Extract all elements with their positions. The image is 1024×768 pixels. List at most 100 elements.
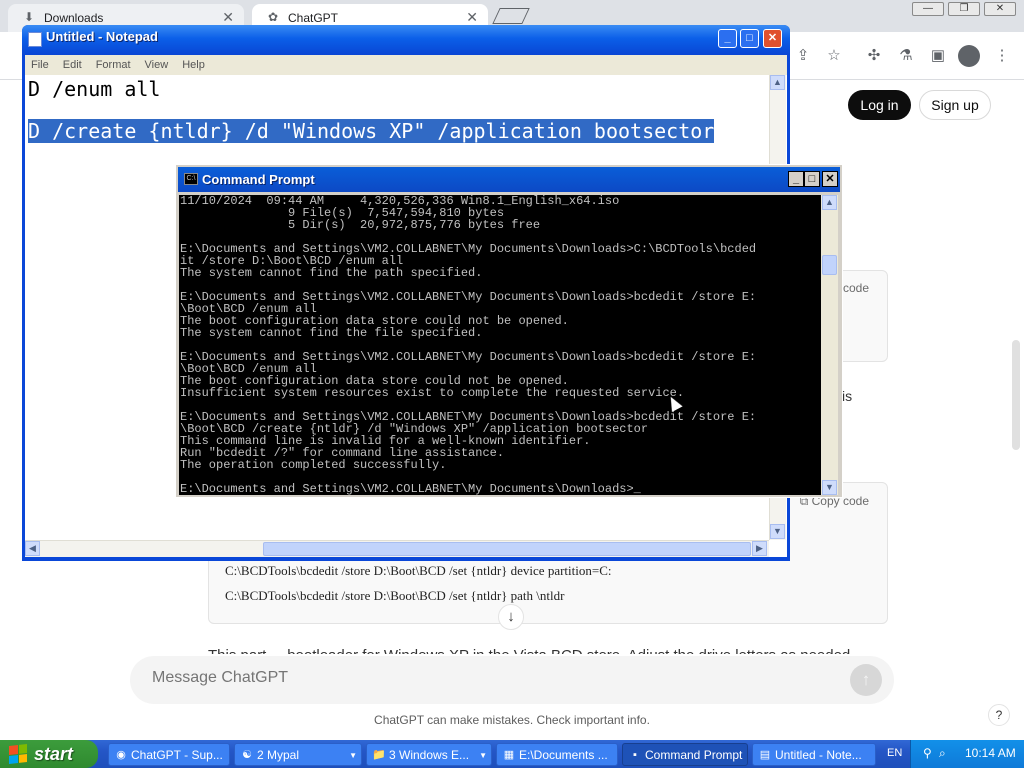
- minimize-button[interactable]: _: [718, 29, 737, 48]
- taskbar-item-label: Command Prompt: [645, 748, 743, 762]
- scroll-up-icon[interactable]: ▲: [770, 75, 785, 90]
- console-line: The system cannot find the path specifie…: [180, 266, 483, 280]
- page-scrollbar[interactable]: [1012, 340, 1020, 450]
- response-text-fragment: is: [842, 388, 853, 404]
- maximize-button[interactable]: □: [804, 171, 820, 187]
- signup-button[interactable]: Sign up: [919, 90, 991, 120]
- arrow-up-icon: ↑: [861, 670, 871, 689]
- language-indicator[interactable]: EN: [887, 747, 902, 759]
- start-label: start: [34, 744, 74, 764]
- profile-icon[interactable]: [958, 45, 980, 67]
- taskbar: start ◉ ChatGPT - Sup... ☯ 2 Mypal ▼ 📁 3…: [0, 740, 1024, 768]
- chrome-icon: ◉: [116, 749, 126, 761]
- notepad-titlebar[interactable]: Untitled - Notepad _ □ ✕: [22, 25, 790, 55]
- console-lines: 11/10/2024 09:44 AM 4,320,526,336 Win8.1…: [180, 195, 756, 495]
- window-title: Untitled - Notepad: [46, 29, 158, 44]
- taskbar-item-command-prompt[interactable]: ▪ Command Prompt: [622, 743, 748, 766]
- code-line: C:\BCDTools\bcdedit /store D:\Boot\BCD /…: [225, 563, 612, 578]
- close-button[interactable]: ✕: [822, 171, 838, 187]
- message-composer: ↑: [130, 656, 894, 704]
- text-line: D /enum all: [28, 77, 161, 101]
- notepad-icon: ▤: [759, 749, 771, 761]
- network-icon[interactable]: ⚲: [923, 746, 932, 760]
- maximize-button[interactable]: □: [740, 29, 759, 48]
- cmd-titlebar[interactable]: C:\ Command Prompt _ □ ✕: [178, 167, 840, 192]
- tab-label: ChatGPT: [288, 11, 339, 25]
- menu-format[interactable]: Format: [96, 59, 131, 71]
- disclaimer-text: ChatGPT can make mistakes. Check importa…: [374, 713, 650, 727]
- dropdown-arrow-icon: ▼: [349, 751, 357, 760]
- scroll-thumb[interactable]: [263, 542, 751, 556]
- minimize-button[interactable]: _: [788, 171, 804, 187]
- help-button[interactable]: ?: [988, 704, 1010, 726]
- taskbar-item-mypal[interactable]: ☯ 2 Mypal ▼: [234, 743, 362, 766]
- close-button[interactable]: ✕: [763, 29, 782, 48]
- arrow-down-icon: ↓: [507, 608, 515, 625]
- taskbar-item-label: 3 Windows E...: [389, 748, 470, 762]
- clock[interactable]: 10:14 AM: [965, 746, 1016, 760]
- console-output[interactable]: 11/10/2024 09:44 AM 4,320,526,336 Win8.1…: [179, 195, 821, 495]
- send-button[interactable]: ↑: [850, 664, 882, 696]
- extensions-icon[interactable]: ✣: [864, 46, 884, 66]
- side-panel-icon[interactable]: ▣: [928, 46, 948, 66]
- taskbar-item-label: E:\Documents ...: [519, 748, 608, 762]
- 7zip-icon: ▦: [503, 749, 515, 761]
- console-line: E:\Documents and Settings\VM2.COLLABNET\…: [180, 482, 641, 495]
- menu-help[interactable]: Help: [182, 59, 205, 71]
- notepad-menubar: File Edit Format View Help: [25, 55, 787, 75]
- login-button[interactable]: Log in: [848, 90, 911, 120]
- windows-logo-icon: [9, 744, 27, 764]
- console-line: The operation completed successfully.: [180, 458, 447, 472]
- console-line: The system cannot find the file specifie…: [180, 326, 483, 340]
- scroll-left-icon[interactable]: ◀: [25, 541, 40, 556]
- notepad-icon: [28, 32, 42, 47]
- response-text: This part ... bootloader for Windows XP …: [208, 648, 854, 654]
- share-icon[interactable]: ⇪: [793, 46, 813, 66]
- system-tray: ⚲ ⌕ 10:14 AM: [910, 740, 1024, 768]
- scroll-down-button[interactable]: ↓: [498, 604, 524, 630]
- taskbar-item-label: ChatGPT - Sup...: [131, 748, 223, 762]
- scroll-down-icon[interactable]: ▼: [770, 524, 785, 539]
- taskbar-item-chatgpt[interactable]: ◉ ChatGPT - Sup...: [108, 743, 230, 766]
- download-icon: ⬇: [23, 10, 35, 24]
- start-button[interactable]: start: [0, 740, 98, 768]
- menu-kebab-icon[interactable]: ⋮: [992, 46, 1012, 66]
- copy-code-button[interactable]: code: [843, 281, 869, 295]
- scroll-thumb[interactable]: [822, 255, 837, 275]
- menu-file[interactable]: File: [31, 59, 49, 71]
- browser-window-controls: — ❐ ✕: [912, 2, 1016, 16]
- dropdown-arrow-icon: ▼: [479, 751, 487, 760]
- command-prompt-window: C:\ Command Prompt _ □ ✕ 11/10/2024 09:4…: [175, 164, 843, 498]
- tab-label: Downloads: [44, 11, 104, 25]
- console-line: 5 Dir(s) 20,972,875,776 bytes free: [180, 218, 541, 232]
- cmd-icon: C:\: [184, 173, 198, 185]
- bookmark-star-icon[interactable]: ☆: [824, 46, 844, 66]
- vertical-scrollbar[interactable]: ▲ ▼: [821, 195, 838, 495]
- taskbar-item-windows-explorer[interactable]: 📁 3 Windows E... ▼: [366, 743, 492, 766]
- close-tab-icon[interactable]: ✕: [466, 10, 478, 24]
- taskbar-item-label: 2 Mypal: [257, 748, 300, 762]
- restore-icon[interactable]: ❐: [948, 2, 980, 16]
- menu-edit[interactable]: Edit: [63, 59, 82, 71]
- close-tab-icon[interactable]: ✕: [222, 10, 234, 24]
- horizontal-scrollbar[interactable]: ◀ ▶: [25, 540, 769, 557]
- selected-text-line: D /create {ntldr} /d "Windows XP" /appli…: [28, 119, 715, 143]
- new-tab-button[interactable]: [492, 8, 530, 24]
- scroll-up-icon[interactable]: ▲: [822, 195, 837, 210]
- labs-icon[interactable]: ⚗: [896, 46, 916, 66]
- scroll-down-icon[interactable]: ▼: [822, 480, 837, 495]
- chatgpt-icon: ✿: [267, 10, 279, 24]
- close-icon[interactable]: ✕: [984, 2, 1016, 16]
- folder-icon: 📁: [372, 749, 386, 761]
- message-input[interactable]: [152, 669, 752, 687]
- scroll-right-icon[interactable]: ▶: [752, 541, 767, 556]
- taskbar-item-notepad[interactable]: ▤ Untitled - Note...: [752, 743, 876, 766]
- taskbar-item-label: Untitled - Note...: [775, 748, 862, 762]
- window-title: Command Prompt: [202, 172, 315, 187]
- minimize-icon[interactable]: —: [912, 2, 944, 16]
- taskbar-item-7zip[interactable]: ▦ E:\Documents ...: [496, 743, 618, 766]
- mypal-icon: ☯: [242, 749, 252, 761]
- search-icon[interactable]: ⌕: [939, 746, 946, 761]
- menu-view[interactable]: View: [145, 59, 169, 71]
- code-line: C:\BCDTools\bcdedit /store D:\Boot\BCD /…: [225, 588, 565, 603]
